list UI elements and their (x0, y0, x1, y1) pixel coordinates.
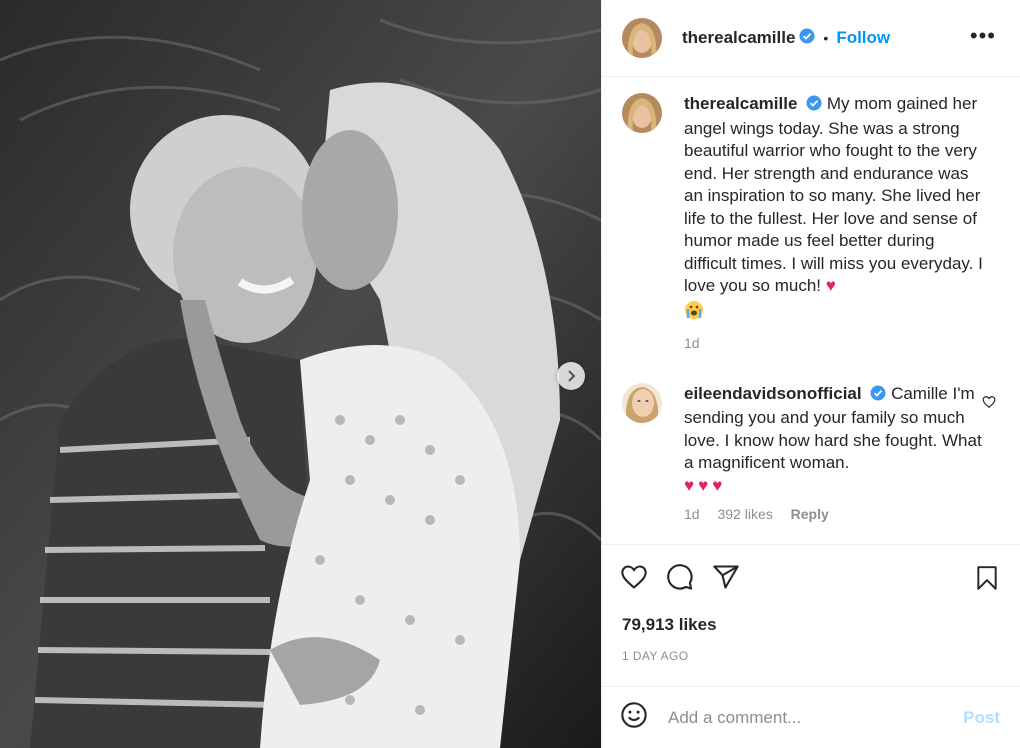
avatar-image (622, 93, 662, 133)
like-comment-icon[interactable] (982, 395, 996, 414)
comment-likes[interactable]: 392 likes (717, 506, 772, 522)
post-image (0, 0, 601, 748)
comments-list[interactable]: therealcamille My mom gained her angel w… (602, 77, 1020, 545)
post-side-panel: therealcamille • Follow ••• therealcamil… (601, 0, 1020, 748)
comment-input[interactable] (668, 707, 938, 728)
caption: therealcamille My mom gained her angel w… (622, 93, 1000, 355)
separator-dot: • (823, 30, 829, 46)
caption-text: My mom gained her angel wings today. She… (684, 94, 983, 295)
emoji-icon[interactable] (620, 701, 648, 734)
author-avatar[interactable] (622, 18, 662, 58)
red-hearts-emoji: ♥♥♥ (684, 475, 727, 495)
verified-badge-icon (799, 28, 815, 49)
verified-badge-icon (870, 385, 886, 408)
post-actions (602, 545, 1020, 609)
post-timestamp[interactable]: 1 DAY AGO (602, 649, 1020, 663)
caption-meta: 1d (684, 332, 984, 355)
follow-button[interactable]: Follow (836, 28, 890, 48)
comment-meta: 1d 392 likes Reply (684, 503, 984, 526)
crying-face-emoji (684, 300, 984, 327)
comment-time[interactable]: 1d (684, 506, 700, 522)
author-username[interactable]: therealcamille (682, 28, 795, 48)
comment-username[interactable]: eileendavidsonofficial (684, 384, 862, 403)
commenter-avatar[interactable] (622, 382, 662, 423)
likes-count[interactable]: 79,913 likes (602, 615, 1020, 635)
comment-icon[interactable] (666, 563, 694, 591)
caption-username[interactable]: therealcamille (684, 94, 797, 113)
reply-button[interactable]: Reply (791, 506, 829, 522)
share-icon[interactable] (712, 563, 740, 591)
bookmark-icon[interactable] (974, 565, 1000, 596)
comment-body: eileendavidsonofficial Camille I'm sendi… (684, 383, 984, 526)
caption-avatar[interactable] (622, 93, 662, 133)
caption-time[interactable]: 1d (684, 335, 700, 351)
post-comment-button[interactable]: Post (963, 708, 1000, 728)
comment-composer: Post (602, 686, 1020, 748)
next-photo-button[interactable] (557, 362, 585, 390)
post-photo[interactable] (0, 0, 601, 748)
avatar-image (622, 18, 662, 58)
heart-icon[interactable] (620, 563, 648, 591)
avatar-image (622, 382, 662, 423)
comment-item: eileendavidsonofficial Camille I'm sendi… (622, 382, 1000, 526)
post-header: therealcamille • Follow ••• (602, 0, 1020, 77)
caption-body: therealcamille My mom gained her angel w… (684, 93, 984, 355)
chevron-right-icon (568, 370, 576, 382)
red-heart-emoji: ♥ (825, 276, 836, 295)
more-options-button[interactable]: ••• (970, 25, 996, 47)
verified-badge-icon (806, 95, 822, 118)
post-modal: therealcamille • Follow ••• therealcamil… (0, 0, 1020, 748)
